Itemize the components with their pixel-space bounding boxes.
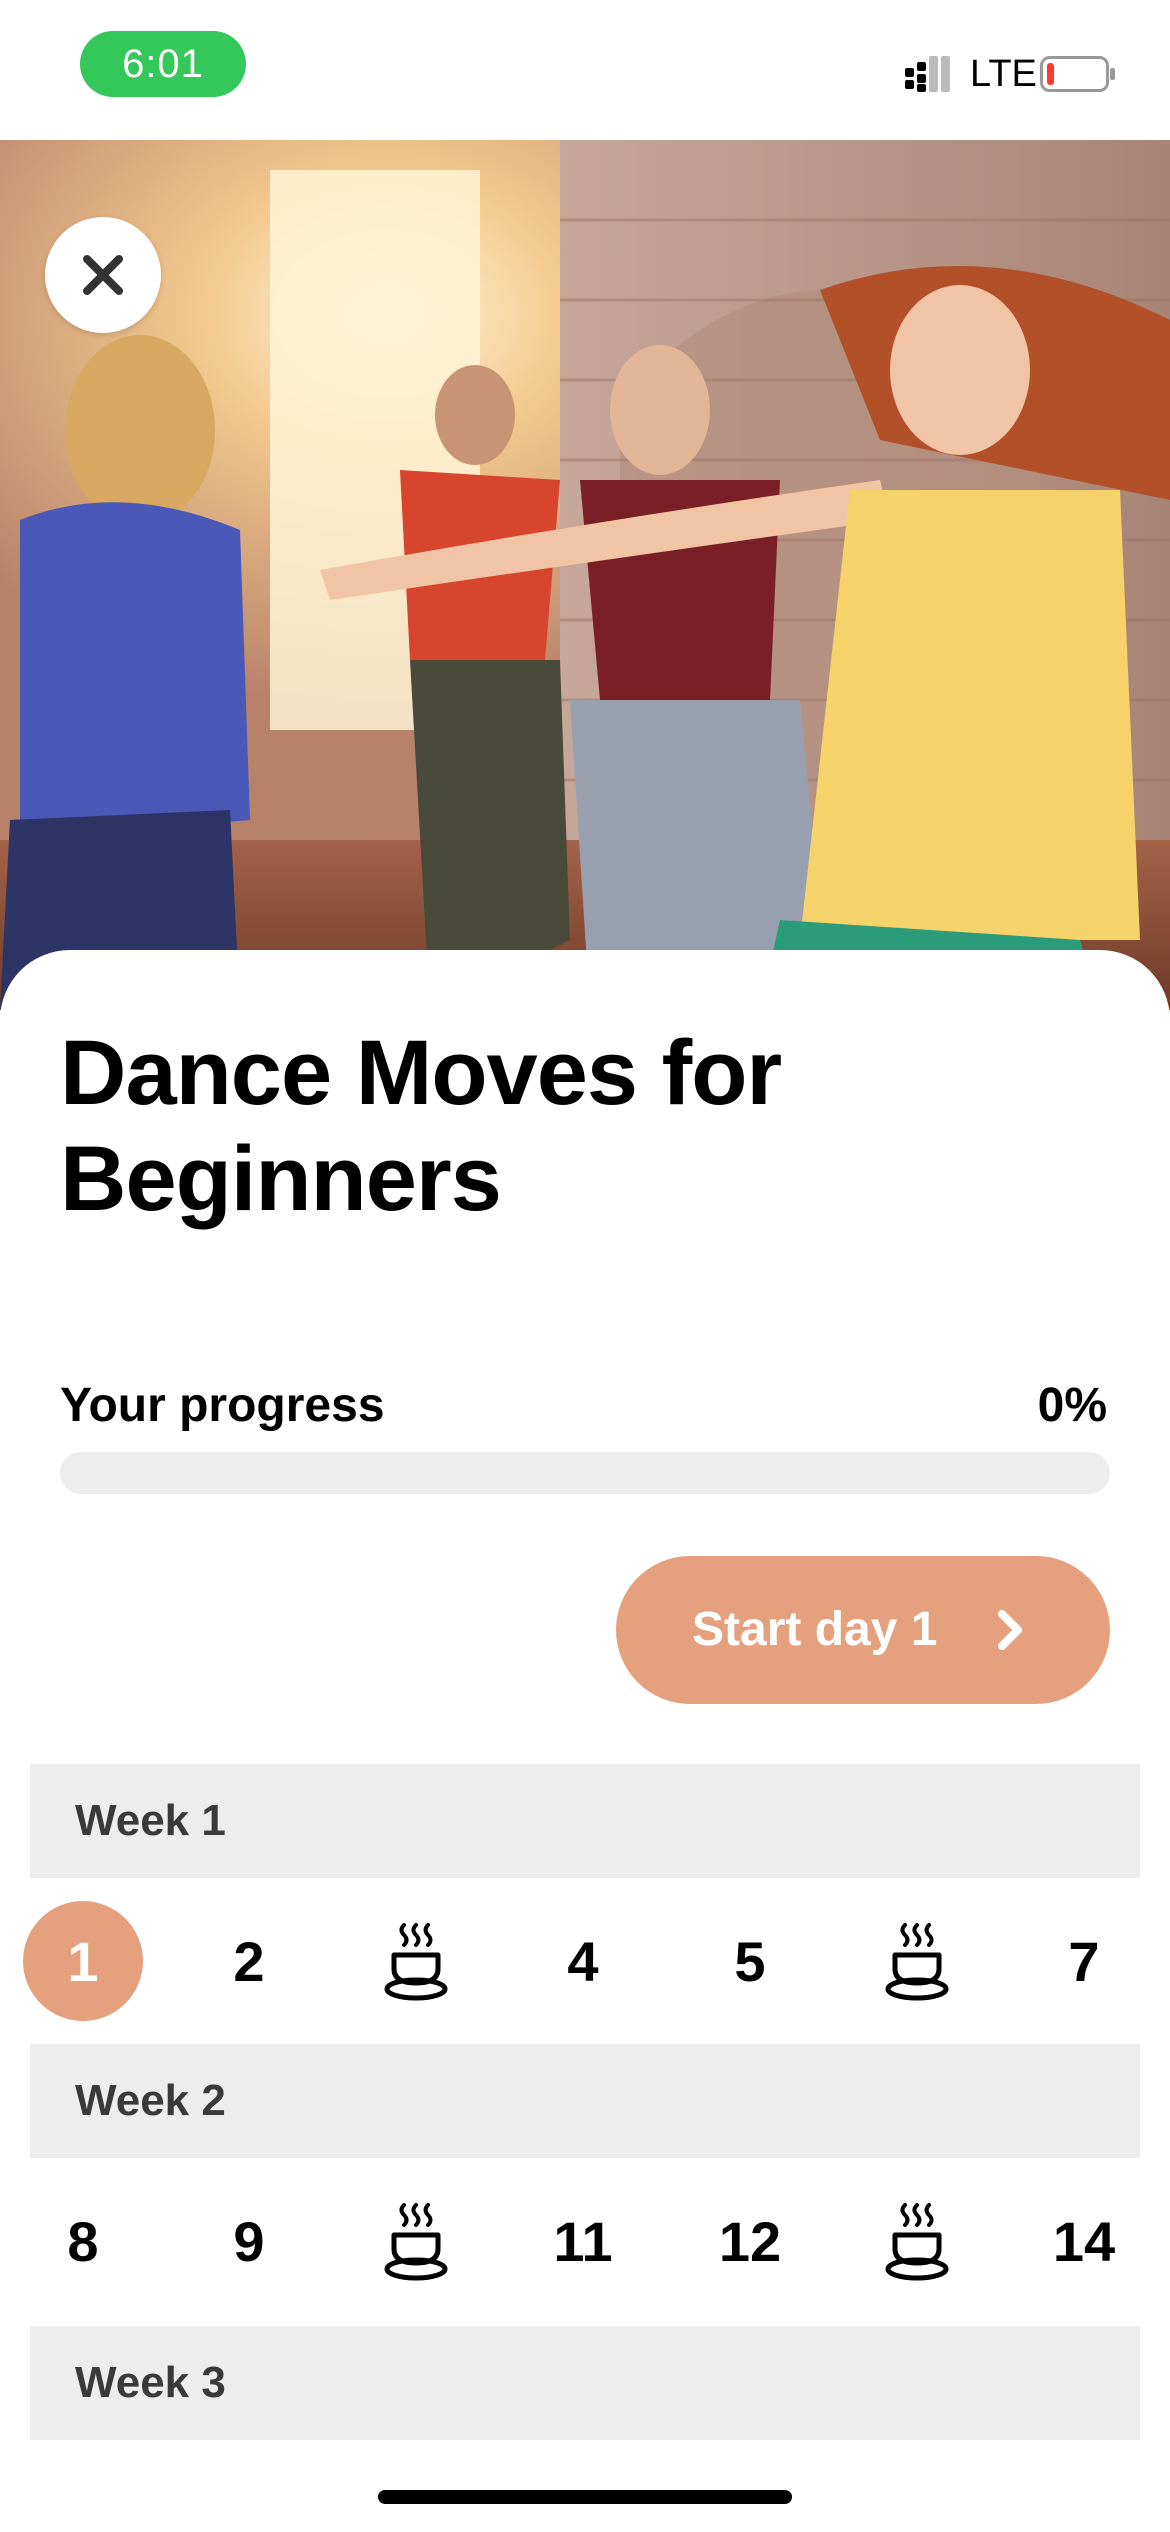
day-item-current[interactable]: 1 xyxy=(23,1878,143,2044)
close-icon xyxy=(83,255,123,295)
day-item[interactable]: 14 xyxy=(1024,2158,1144,2324)
week-header: Week 1 xyxy=(30,1764,1140,1878)
chevron-right-icon xyxy=(998,1610,1022,1650)
rest-day[interactable] xyxy=(857,2158,977,2324)
day-item[interactable]: 5 xyxy=(690,1878,810,2044)
home-indicator[interactable] xyxy=(378,2490,792,2504)
close-button[interactable] xyxy=(45,217,161,333)
start-day-label: Start day 1 xyxy=(692,1603,938,1656)
day-number: 4 xyxy=(567,1929,599,1993)
day-item[interactable]: 9 xyxy=(189,2158,309,2324)
day-item[interactable]: 8 xyxy=(23,2158,143,2324)
day-number: 2 xyxy=(233,1929,265,1993)
week-days-row: 1 2 4 5 7 xyxy=(0,1878,1170,2044)
coffee-cup-icon xyxy=(885,2203,949,2281)
day-number: 8 xyxy=(67,2209,99,2273)
status-time: 6:01 xyxy=(80,31,246,97)
rest-day[interactable] xyxy=(356,1878,476,2044)
day-item[interactable]: 12 xyxy=(690,2158,810,2324)
day-number: 12 xyxy=(718,2209,782,2273)
week-label: Week 3 xyxy=(75,2358,226,2407)
day-number: 9 xyxy=(233,2209,265,2273)
coffee-cup-icon xyxy=(384,1923,448,2001)
rest-day[interactable] xyxy=(356,2158,476,2324)
program-title: Dance Moves for Beginners xyxy=(60,1022,782,1230)
hero-image xyxy=(0,140,1170,1010)
progress-value: 0% xyxy=(1037,1379,1107,1432)
progress-label: Your progress xyxy=(60,1379,385,1432)
progress-bar xyxy=(60,1452,1110,1494)
week-header: Week 2 xyxy=(30,2044,1140,2158)
day-item[interactable]: 7 xyxy=(1024,1878,1144,2044)
day-number: 5 xyxy=(734,1929,766,1993)
rest-day[interactable] xyxy=(857,1878,977,2044)
day-item[interactable]: 2 xyxy=(189,1878,309,2044)
coffee-cup-icon xyxy=(885,1923,949,2001)
week-label: Week 2 xyxy=(75,2076,226,2125)
battery-icon xyxy=(1040,56,1115,92)
coffee-cup-icon xyxy=(384,2203,448,2281)
status-bar: 6:01 LTE xyxy=(0,0,1170,140)
week-days-row: 8 9 11 12 14 xyxy=(0,2158,1170,2324)
day-number: 14 xyxy=(1052,2209,1116,2273)
start-day-button[interactable]: Start day 1 xyxy=(616,1556,1110,1704)
day-number: 7 xyxy=(1068,1929,1100,1993)
program-screen: 6:01 LTE Dance Moves for Beginners Your … xyxy=(0,0,1170,2532)
day-item[interactable]: 11 xyxy=(523,2158,643,2324)
week-header: Week 3 xyxy=(30,2326,1140,2440)
network-type: LTE xyxy=(970,53,1037,95)
day-item[interactable]: 4 xyxy=(523,1878,643,2044)
dance-class-photo xyxy=(0,140,1170,1010)
week-label: Week 1 xyxy=(75,1796,226,1845)
day-number: 1 xyxy=(23,1901,143,2021)
day-number: 11 xyxy=(553,2209,613,2273)
signal-icon xyxy=(905,56,950,92)
